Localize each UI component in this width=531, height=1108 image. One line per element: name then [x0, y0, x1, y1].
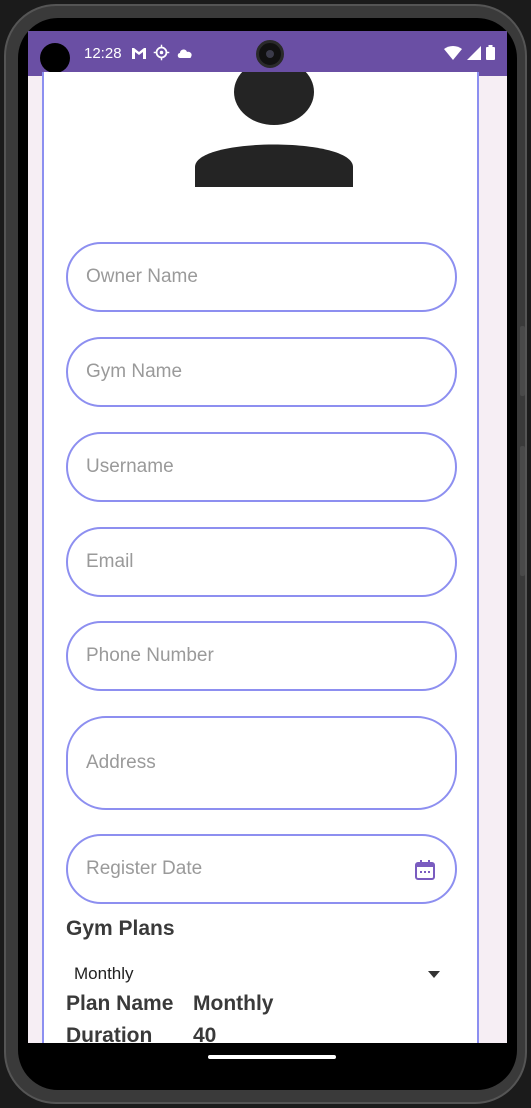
front-camera-center [256, 40, 284, 68]
registration-form: Gym Plans Monthly Plan Name Monthly Dura… [42, 72, 479, 1062]
settings-cog-icon [153, 44, 170, 61]
scroll-content[interactable]: Gym Plans Monthly Plan Name Monthly Dura… [28, 72, 507, 1071]
username-field[interactable] [66, 432, 457, 502]
phone-number-field[interactable] [66, 621, 457, 691]
device-bezel: 12:28 Owner Name Gym Name Username Email… [18, 18, 517, 1090]
plan-name-value: Monthly [193, 992, 274, 1015]
gmail-icon [132, 47, 146, 59]
power-button [520, 326, 525, 396]
email-input[interactable] [86, 551, 455, 573]
address-input[interactable] [86, 752, 455, 774]
notification-icons [131, 44, 194, 61]
gym-name-input[interactable] [86, 361, 455, 383]
calendar-icon[interactable] [413, 858, 437, 882]
username-input[interactable] [86, 456, 455, 478]
gym-plan-dropdown[interactable]: Monthly [74, 960, 444, 988]
gym-name-field[interactable] [66, 337, 457, 407]
volume-button [520, 446, 525, 576]
plan-name-row: Plan Name Monthly [66, 992, 273, 1016]
navigation-bar [28, 1043, 507, 1071]
dropdown-arrow-icon [428, 970, 440, 978]
address-field[interactable] [66, 716, 457, 810]
wifi-icon [444, 45, 462, 60]
cloud-icon [177, 48, 192, 58]
owner-name-input[interactable] [86, 266, 455, 288]
system-icons [444, 45, 495, 60]
front-camera-left [40, 43, 70, 73]
register-date-field[interactable] [66, 834, 457, 904]
home-gesture-handle[interactable] [208, 1055, 336, 1059]
phone-number-input[interactable] [86, 645, 455, 667]
status-time: 12:28 [84, 45, 122, 62]
signal-icon [467, 45, 481, 60]
profile-avatar-icon[interactable] [194, 72, 354, 187]
plan-name-label: Plan Name [66, 992, 174, 1015]
owner-name-field[interactable] [66, 242, 457, 312]
gym-plans-title: Gym Plans [66, 917, 175, 940]
register-date-input[interactable] [86, 858, 455, 880]
battery-icon [486, 45, 495, 60]
selected-plan-value: Monthly [74, 964, 134, 983]
status-bar: 12:28 [28, 31, 507, 76]
device-frame: 12:28 Owner Name Gym Name Username Email… [4, 4, 527, 1104]
app-screen: 12:28 Owner Name Gym Name Username Email… [28, 31, 507, 1071]
email-field[interactable] [66, 527, 457, 597]
